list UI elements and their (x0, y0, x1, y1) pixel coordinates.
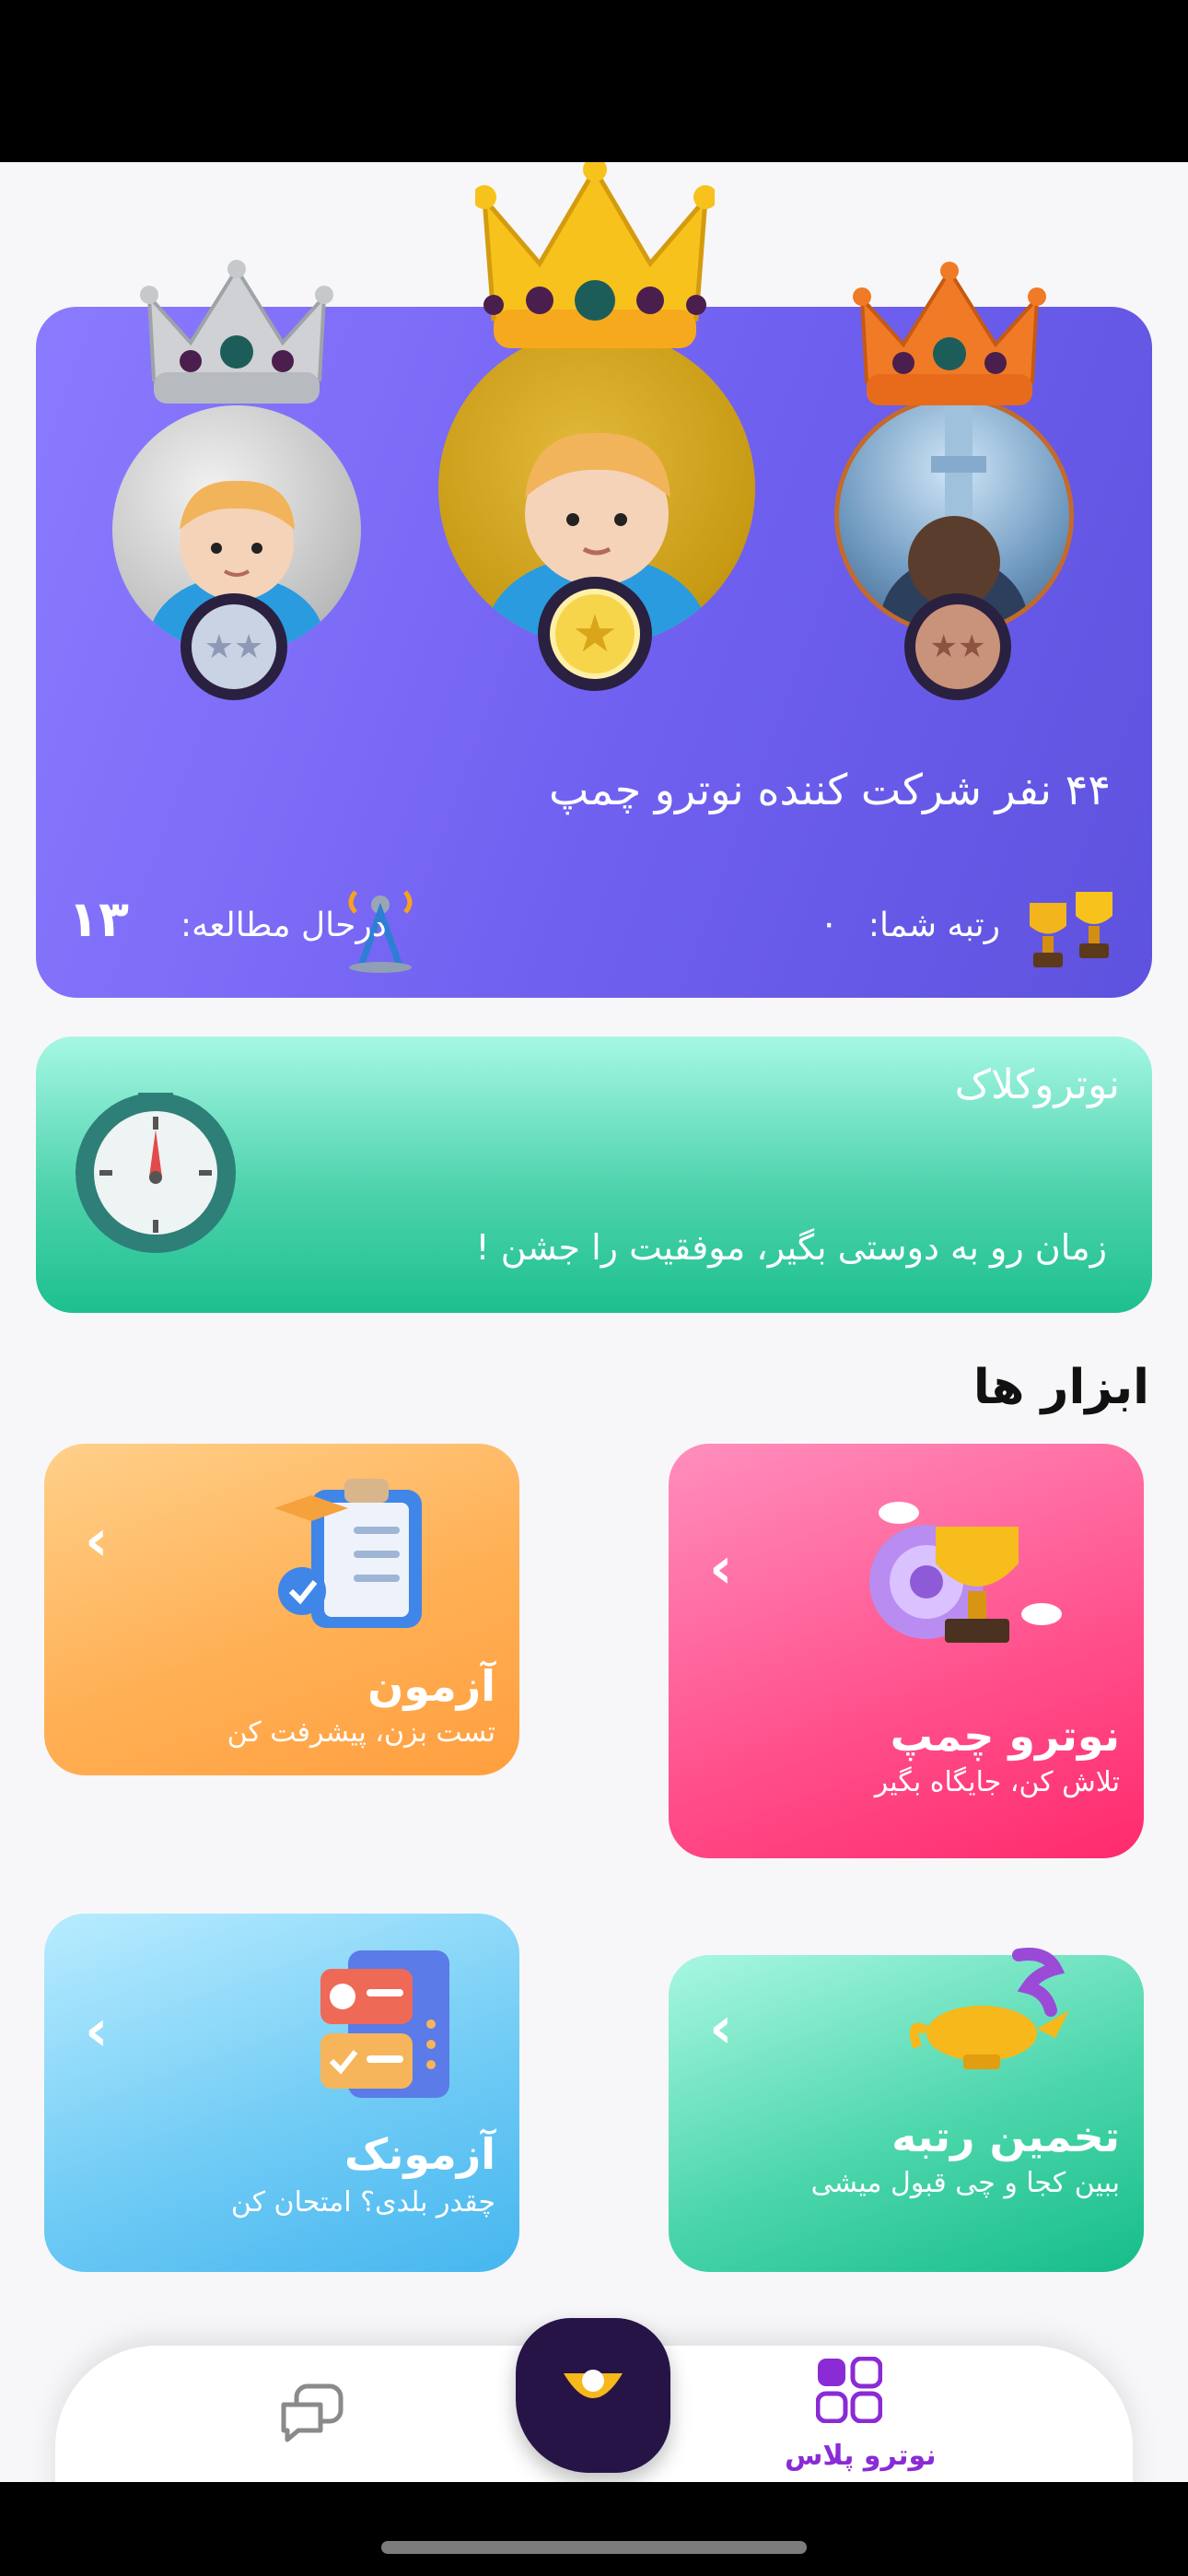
clipboard-checklist-icon (274, 1479, 422, 1628)
bronze-medal-badge: ★★ (904, 593, 1011, 700)
notroclock-subtitle: زمان رو به دوستی بگیر، موفقیت را جشن ! (475, 1227, 1107, 1268)
smile-logo-icon (564, 2370, 623, 2398)
star-icon: ★ (550, 589, 640, 679)
chevron-left-icon: ‹ (85, 1506, 109, 1574)
your-rank-label: رتبه شما: (868, 907, 1000, 944)
studying-now-label: درحال مطالعه: (181, 907, 387, 944)
tool-title: تخمین رتبه (891, 2112, 1120, 2161)
trophy-target-icon (869, 1502, 1062, 1643)
studying-now-value: ۱۳ (68, 890, 129, 948)
tool-title: آزمون (367, 1661, 495, 1711)
grid-apps-icon[interactable] (816, 2357, 882, 2423)
document-checklist-icon (320, 1950, 449, 2098)
status-bar (0, 0, 1188, 162)
silver-medal-badge: ★★ (181, 593, 287, 700)
tool-card-rank-estimate[interactable]: ‹ تخمین رتبه ببین کجا و چی قبول میشی (669, 1948, 1144, 2272)
home-indicator[interactable] (381, 2541, 807, 2554)
tools-heading: ابزار ها (973, 1360, 1149, 1415)
stopwatch-icon (76, 1093, 236, 1253)
tool-subtitle: ببین کجا و چی قبول میشی (810, 2167, 1120, 2199)
chevron-left-icon: ‹ (85, 1996, 109, 2064)
two-stars-icon: ★★ (192, 604, 276, 689)
trophies-icon (1030, 892, 1112, 967)
tool-card-quiz[interactable]: ‹ آزمونک چقدر بلدی؟ امتحان کن (44, 1914, 519, 2272)
gold-medal-badge: ★ (538, 577, 652, 691)
home-fab-button[interactable] (516, 2318, 670, 2473)
tool-card-notro-champ[interactable]: ‹ نوترو چمپ تلاش کن، جایگاه بگیر (669, 1444, 1144, 1858)
chevron-left-icon: ‹ (709, 1994, 733, 2061)
chat-bubbles-icon[interactable] (278, 2381, 346, 2445)
tool-subtitle: چقدر بلدی؟ امتحان کن (230, 2186, 495, 2219)
tool-title: آزمونک (344, 2129, 495, 2179)
stopwatch-hand-icon (99, 1093, 212, 1233)
nav-item-notro-plus-label[interactable]: نوترو پلاس (785, 2440, 937, 2472)
tool-subtitle: تلاش کن، جایگاه بگیر (874, 1766, 1120, 1798)
tool-subtitle: تست بزن، پیشرفت کن (227, 1716, 495, 1749)
bronze-crown-icon (853, 262, 1046, 405)
three-stars-icon: ★★ (915, 604, 1000, 689)
gold-crown-icon (475, 162, 715, 348)
tool-card-exam[interactable]: ‹ آزمون تست بزن، پیشرفت کن (44, 1444, 519, 1775)
silver-crown-icon (140, 260, 333, 404)
participants-count-title: ۴۴ نفر شرکت کننده نوترو چمپ (548, 765, 1111, 814)
notroclock-title: نوتروکلاک (954, 1061, 1120, 1108)
home-indicator-area (0, 2482, 1188, 2576)
chevron-left-icon: ‹ (709, 1534, 733, 1601)
tool-title: نوترو چمپ (890, 1711, 1120, 1761)
magic-lamp-icon (909, 1948, 1069, 2069)
your-rank-value: ۰ (820, 903, 839, 943)
